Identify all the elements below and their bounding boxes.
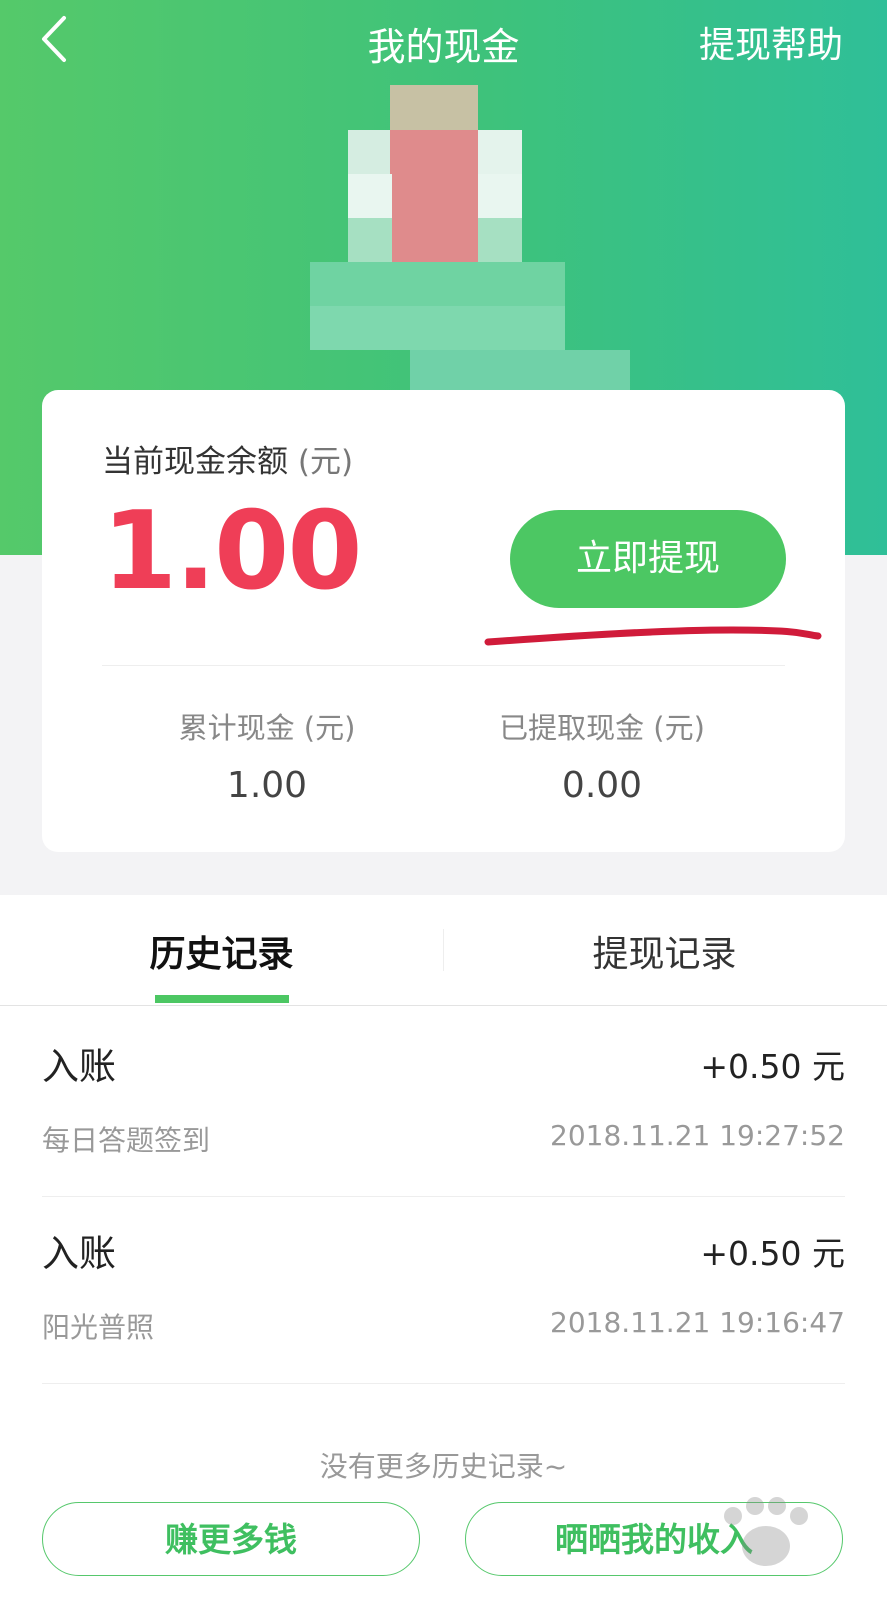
record-amount: +0.50 元 xyxy=(700,1047,845,1086)
record-desc: 阳光普照 xyxy=(42,1311,155,1344)
record-time: 2018.11.21 19:27:52 xyxy=(550,1119,845,1152)
tab-history[interactable]: 历史记录 xyxy=(0,925,443,977)
earn-more-button[interactable]: 赚更多钱 xyxy=(42,1502,420,1576)
withdrawn-cash-value: 0.00 xyxy=(561,765,643,806)
balance-unit: (元) xyxy=(297,444,354,480)
record-type: 入账 xyxy=(42,1232,116,1275)
withdrawn-cash-stat: 已提取现金 (元) 0.00 xyxy=(452,705,752,806)
avatar xyxy=(310,85,640,395)
list-item[interactable]: 入账 阳光普照 +0.50 元 2018.11.21 19:16:47 xyxy=(42,1193,845,1384)
record-time: 2018.11.21 19:16:47 xyxy=(550,1306,845,1339)
balance-label-text: 当前现金余额 xyxy=(102,444,288,480)
record-tabs: 历史记录 提现记录 xyxy=(0,895,887,1006)
history-list: 入账 每日答题签到 +0.50 元 2018.11.21 19:27:52 入账… xyxy=(0,1006,887,1486)
card-divider xyxy=(102,665,785,666)
withdraw-help-link[interactable]: 提现帮助 xyxy=(699,16,843,68)
list-item[interactable]: 入账 每日答题签到 +0.50 元 2018.11.21 19:27:52 xyxy=(42,1006,845,1197)
active-tab-indicator xyxy=(155,995,289,1003)
withdraw-now-button[interactable]: 立即提现 xyxy=(510,510,786,608)
no-more-records: 没有更多历史记录~ xyxy=(319,1450,568,1483)
balance-label: 当前现金余额 (元) xyxy=(102,436,353,481)
balance-card: 当前现金余额 (元) 1.00 立即提现 累计现金 (元) 1.00 已提取现金… xyxy=(42,390,845,852)
total-cash-value: 1.00 xyxy=(226,765,308,806)
back-icon[interactable] xyxy=(36,14,76,64)
record-amount: +0.50 元 xyxy=(700,1234,845,1273)
nav-bar: 我的现金 提现帮助 xyxy=(0,0,887,80)
balance-value: 1.00 xyxy=(102,489,362,614)
record-type: 入账 xyxy=(42,1045,116,1088)
red-underline-annotation xyxy=(482,612,822,652)
paw-watermark-icon xyxy=(711,1496,821,1576)
record-desc: 每日答题签到 xyxy=(42,1124,211,1157)
tab-withdraw-records[interactable]: 提现记录 xyxy=(443,925,886,977)
total-cash-stat: 累计现金 (元) 1.00 xyxy=(117,705,417,806)
total-cash-label: 累计现金 (元) xyxy=(178,711,356,745)
withdrawn-cash-label: 已提取现金 (元) xyxy=(499,711,705,745)
